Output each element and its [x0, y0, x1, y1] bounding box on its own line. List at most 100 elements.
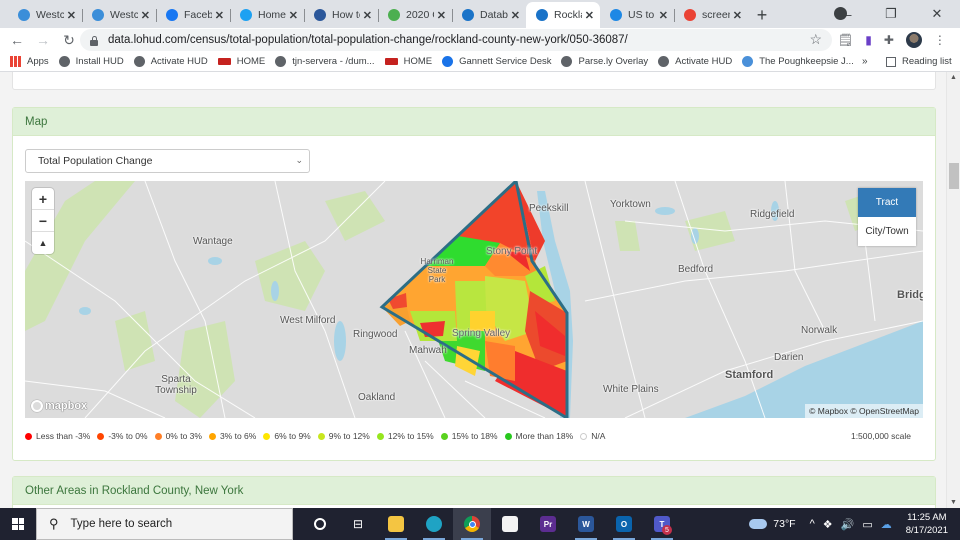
bookmark-label: Parse.ly Overlay [578, 56, 649, 67]
taskbar-cortana[interactable] [301, 508, 339, 540]
tab-8[interactable]: US to r✕ [600, 2, 674, 28]
taskbar-store[interactable] [491, 508, 529, 540]
close-tab-icon[interactable]: ✕ [585, 9, 594, 22]
bookmarks-overflow-button[interactable]: » [862, 56, 868, 67]
scrollbar-thumb[interactable] [949, 163, 959, 189]
taskbar-teams[interactable]: T5 [643, 508, 681, 540]
address-bar[interactable]: data.lohud.com/census/total-population/t… [80, 29, 832, 51]
mapbox-logo[interactable]: mapbox [31, 400, 87, 412]
notification-badge: 5 [662, 525, 672, 535]
show-hidden-icons-icon[interactable]: ^ [810, 518, 815, 530]
bookmark-item[interactable]: Gannett Service Desk [442, 56, 551, 67]
close-tab-icon[interactable]: ✕ [67, 9, 76, 22]
place-label: Norwalk [801, 325, 838, 336]
zoom-in-button[interactable]: + [32, 188, 54, 210]
taskbar-edge[interactable] [415, 508, 453, 540]
battery-icon[interactable]: ▭ [862, 518, 872, 531]
bookmark-item[interactable]: Activate HUD [658, 56, 732, 67]
taskbar-outlook[interactable]: O [605, 508, 643, 540]
zoom-out-button[interactable]: − [32, 210, 54, 232]
premiere-icon: Pr [540, 516, 556, 532]
minimize-button[interactable]: — [822, 7, 868, 22]
close-tab-icon[interactable]: ✕ [141, 9, 150, 22]
rockland-county-choropleth[interactable] [379, 181, 569, 418]
tract-south-central[interactable] [455, 346, 480, 376]
scroll-up-icon[interactable]: ▲ [950, 74, 957, 81]
legend-swatch [580, 432, 588, 440]
scroll-down-icon[interactable]: ▼ [950, 499, 957, 506]
bookmark-label: Activate HUD [675, 56, 733, 67]
globe-icon [58, 56, 70, 67]
bookmark-item[interactable]: Install HUD [58, 56, 124, 67]
close-tab-icon[interactable]: ✕ [215, 9, 224, 22]
bookmark-item[interactable]: Activate HUD [133, 56, 208, 67]
start-button[interactable] [0, 508, 36, 540]
extension-purple-icon[interactable]: ▮ [865, 33, 872, 47]
metric-select-value: Total Population Change [38, 155, 153, 167]
taskbar-chrome[interactable] [453, 508, 491, 540]
close-tab-icon[interactable]: ✕ [659, 9, 668, 22]
close-tab-icon[interactable]: ✕ [437, 9, 446, 22]
close-tab-icon[interactable]: ✕ [511, 9, 520, 22]
globe-icon [275, 56, 287, 67]
weather-cloud-icon[interactable] [749, 519, 768, 529]
page-scrollbar[interactable]: ▲ ▼ [946, 72, 960, 508]
metric-select[interactable]: Total Population Change ⌄ [25, 149, 310, 173]
taskbar-file-explorer[interactable] [377, 508, 415, 540]
close-tab-icon[interactable]: ✕ [363, 9, 372, 22]
taskbar-clock[interactable]: 11:25 AM 8/17/2021 [906, 511, 948, 537]
reload-button[interactable]: ↻ [56, 32, 82, 49]
bookmark-item[interactable]: Parse.ly Overlay [561, 56, 648, 67]
tab-9[interactable]: screen✕ [674, 2, 748, 28]
tab-6[interactable]: Databa✕ [452, 2, 526, 28]
cube-icon [18, 9, 30, 21]
forward-button[interactable]: → [30, 32, 56, 48]
close-window-button[interactable]: ✕ [914, 6, 960, 22]
legend-label: 3% to 6% [219, 431, 257, 441]
tab-0[interactable]: Westch✕ [8, 2, 82, 28]
tab-1[interactable]: Westch✕ [82, 2, 156, 28]
taskbar-premiere[interactable]: Pr [529, 508, 567, 540]
bookmark-item[interactable]: HOME [217, 56, 265, 67]
tab-3[interactable]: Home ✕ [230, 2, 304, 28]
tab-title: Home [258, 9, 286, 21]
volume-icon[interactable]: 🔊 [841, 518, 855, 531]
extension-notes-icon[interactable]: 🗒 [838, 33, 853, 47]
weather-temp[interactable]: 73°F [773, 518, 795, 530]
bookmark-item[interactable]: tjn-servera - /dum... [275, 56, 375, 67]
back-button[interactable]: ← [4, 32, 30, 48]
tab-title: Westch [110, 9, 138, 21]
compass-button[interactable]: ▲ [32, 232, 54, 254]
url-text[interactable]: data.lohud.com/census/total-population/t… [108, 34, 628, 46]
map-attribution[interactable]: © Mapbox © OpenStreetMap [805, 404, 923, 418]
onedrive-error-icon[interactable]: ☁ [881, 518, 892, 531]
tab-5[interactable]: 2020 C✕ [378, 2, 452, 28]
tab-2[interactable]: Facebo✕ [156, 2, 230, 28]
search-icon: ⚲ [49, 516, 59, 531]
layer-city-town-button[interactable]: City/Town [858, 217, 916, 246]
close-tab-icon[interactable]: ✕ [733, 9, 742, 22]
tab-7[interactable]: Rocklar✕ [526, 2, 600, 28]
taskbar-search[interactable]: ⚲ Type here to search [36, 508, 293, 540]
reading-list-button[interactable]: Reading list [886, 56, 952, 67]
layer-tract-button[interactable]: Tract [858, 188, 916, 217]
extensions-puzzle-icon[interactable]: ✚ [884, 33, 894, 47]
mapbox-logo-text: mapbox [45, 400, 88, 412]
bookmark-star-icon[interactable]: ☆ [809, 31, 822, 48]
taskbar-word[interactable]: W [567, 508, 605, 540]
dropbox-icon[interactable]: ❖ [823, 518, 833, 531]
tract-south[interactable] [485, 341, 515, 381]
new-tab-button[interactable]: + [748, 2, 776, 28]
restore-button[interactable]: ❐ [868, 6, 914, 22]
bookmark-item[interactable]: The Poughkeepsie J... [742, 56, 854, 67]
road [784, 181, 826, 332]
taskbar-task-view[interactable]: ⊟ [339, 508, 377, 540]
tab-4[interactable]: How to✕ [304, 2, 378, 28]
profile-avatar[interactable] [905, 32, 922, 48]
legend-item: 3% to 6% [208, 431, 257, 441]
bookmark-item[interactable]: Apps [10, 56, 49, 67]
menu-kebab-icon[interactable]: ⋮ [934, 33, 946, 47]
map-view[interactable]: + − ▲ Wantage West Milford Sparta Townsh… [25, 181, 923, 418]
close-tab-icon[interactable]: ✕ [289, 9, 298, 22]
bookmark-item[interactable]: HOME [384, 56, 432, 67]
